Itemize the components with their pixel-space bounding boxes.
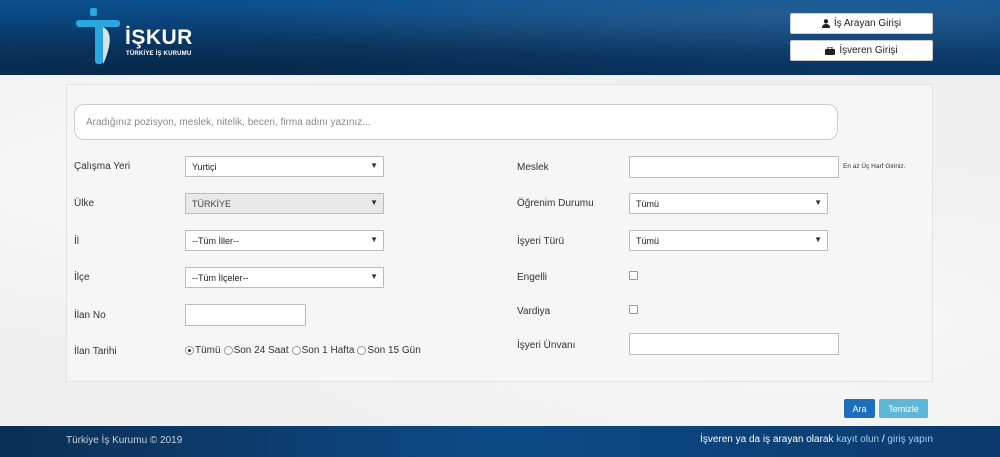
occupation-input[interactable] (629, 156, 839, 178)
occupation-label: Meslek (517, 162, 549, 173)
chevron-down-icon: ▼ (370, 272, 378, 281)
employer-login-label: İşveren Girişi (839, 45, 898, 56)
district-label: İlçe (74, 272, 90, 283)
chevron-down-icon: ▼ (814, 235, 822, 244)
workplace-title-label: İşyeri Ünvanı (517, 340, 576, 351)
workplace-title-input[interactable] (629, 333, 839, 355)
province-label: İl (74, 236, 79, 247)
ad-no-label: İlan No (74, 310, 106, 321)
copyright-text: Türkiye İş Kurumu © 2019 (66, 435, 183, 446)
shift-label: Vardiya (517, 306, 551, 317)
register-link[interactable]: kayıt olun (836, 434, 879, 445)
briefcase-icon (825, 46, 836, 55)
education-select[interactable]: Tümü ▼ (629, 193, 828, 214)
chevron-down-icon: ▼ (370, 235, 378, 244)
ad-date-option-label: Son 15 Gün (367, 345, 421, 356)
education-label: Öğrenim Durumu (517, 198, 594, 209)
ad-date-option-label: Son 24 Saat (233, 345, 289, 356)
iskur-logo-mark-icon (76, 8, 120, 64)
radio-icon (291, 346, 301, 355)
country-label: Ülke (74, 198, 95, 209)
shift-checkbox[interactable] (629, 305, 638, 314)
clear-button[interactable]: Temizle (879, 399, 928, 418)
chevron-down-icon: ▼ (370, 161, 378, 170)
chevron-down-icon: ▼ (370, 198, 378, 207)
footer-cta-prefix: İşveren ya da iş arayan olarak (700, 434, 837, 445)
ad-date-label: İlan Tarihi (74, 346, 117, 357)
logo-title: İŞKUR (125, 26, 193, 49)
ad-no-input[interactable] (185, 304, 306, 326)
iskur-logo[interactable]: İŞKUR TÜRKİYE İŞ KURUMU (76, 7, 206, 67)
district-select[interactable]: --Tüm İlçeler-- ▼ (185, 267, 384, 288)
job-seeker-login-label: İş Arayan Girişi (833, 18, 902, 29)
login-link[interactable]: giriş yapın (887, 434, 933, 445)
ad-date-option-15days[interactable]: Son 15 Gün (357, 345, 421, 356)
occupation-hint: En az Üç Harf Giriniz. (843, 163, 906, 170)
work-place-value: Yurtiçi (192, 161, 217, 172)
keyword-search-input[interactable] (74, 104, 838, 140)
work-place-label: Çalışma Yeri (74, 161, 131, 172)
search-button[interactable]: Ara (844, 399, 875, 418)
chevron-down-icon: ▼ (814, 198, 822, 207)
workplace-type-value: Tümü (636, 235, 660, 246)
footer-cta: İşveren ya da iş arayan olarak kayıt olu… (700, 434, 933, 445)
workplace-type-select[interactable]: Tümü ▼ (629, 230, 828, 251)
country-select: TÜRKİYE ▼ (185, 193, 384, 214)
radio-icon (223, 346, 233, 355)
ad-date-option-1week[interactable]: Son 1 Hafta (291, 345, 355, 356)
job-seeker-login-button[interactable]: İş Arayan Girişi (790, 13, 933, 34)
district-value: --Tüm İlçeler-- (192, 272, 249, 283)
province-value: --Tüm İller-- (192, 235, 239, 246)
employer-login-button[interactable]: İşveren Girişi (790, 40, 933, 61)
radio-selected-icon (185, 346, 194, 355)
logo-subtitle: TÜRKİYE İŞ KURUMU (126, 51, 192, 57)
ad-date-option-label: Tümü (195, 345, 221, 356)
ad-date-option-24h[interactable]: Son 24 Saat (223, 345, 289, 356)
province-select[interactable]: --Tüm İller-- ▼ (185, 230, 384, 251)
radio-icon (357, 346, 367, 355)
work-place-select[interactable]: Yurtiçi ▼ (185, 156, 384, 177)
workplace-type-label: İşyeri Türü (517, 236, 565, 247)
disabled-checkbox[interactable] (629, 271, 638, 280)
ad-date-option-label: Son 1 Hafta (301, 345, 355, 356)
disabled-label: Engelli (517, 272, 548, 283)
user-icon (821, 19, 830, 28)
education-value: Tümü (636, 198, 660, 209)
ad-date-radio-group: Tümü Son 24 Saat Son 1 Hafta Son 15 Gün (185, 345, 424, 356)
ad-date-option-all[interactable]: Tümü (185, 345, 221, 356)
country-value: TÜRKİYE (192, 198, 232, 209)
